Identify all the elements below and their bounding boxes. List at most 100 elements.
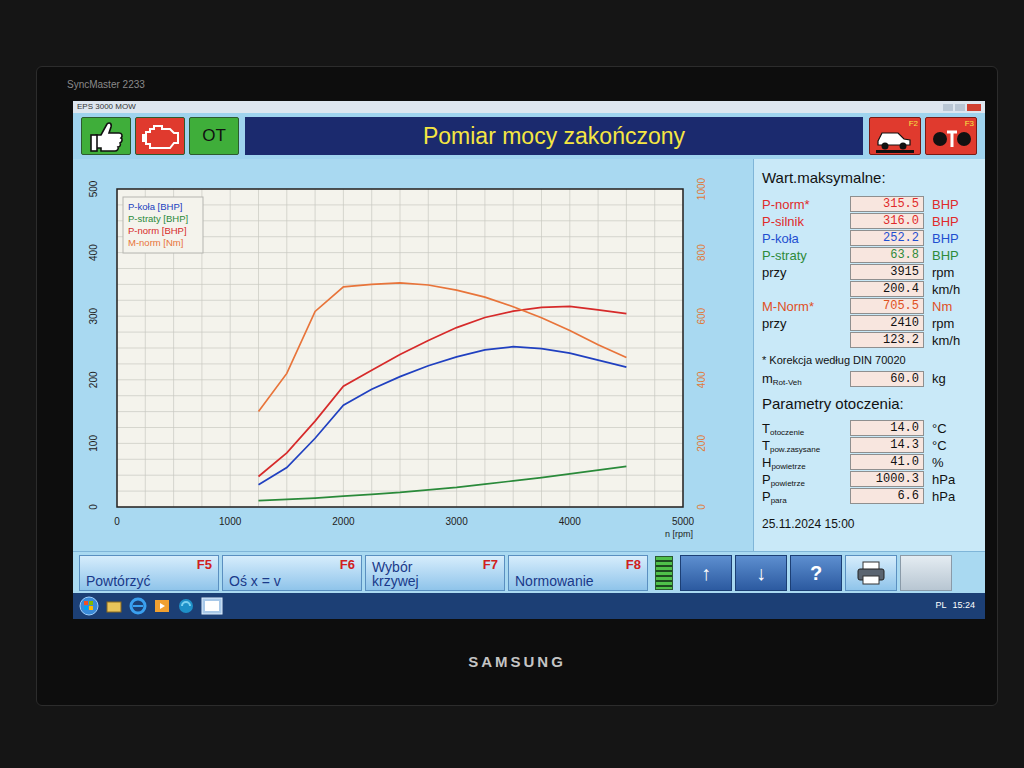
env-title: Parametry otoczenia: bbox=[762, 393, 979, 416]
monitor-bezel: SyncMaster 2233 EPS 3000 MOW OT Pomiar mo… bbox=[36, 66, 998, 706]
value-row: mRot-Veh 60.0 kg bbox=[762, 370, 979, 387]
chart-legend: P-koła [BHP]P-straty [BHP]P-norm [BHP]M-… bbox=[123, 197, 203, 253]
y-left-tick: 400 bbox=[88, 244, 99, 261]
value-row: Totoczenie14.0°C bbox=[762, 420, 979, 437]
results-panel: Wart.maksymalne:P-norm*315.5BHPP-silnik3… bbox=[753, 159, 985, 551]
maximize-button[interactable] bbox=[955, 104, 965, 111]
car-button[interactable]: F2 bbox=[869, 117, 921, 155]
value-box: 2410 bbox=[850, 315, 924, 331]
x-tick: 1000 bbox=[219, 516, 242, 527]
thumb-button[interactable] bbox=[81, 117, 131, 155]
clock[interactable]: 15:24 bbox=[952, 599, 975, 613]
row-label: Tpow.zasysane bbox=[762, 438, 842, 453]
row-unit: kg bbox=[932, 371, 979, 386]
status-text: Pomiar mocy zakończony bbox=[423, 119, 685, 154]
row-unit: °C bbox=[932, 438, 979, 453]
blank-button[interactable] bbox=[900, 555, 952, 591]
x-tick: 4000 bbox=[559, 516, 582, 527]
x-tick: 3000 bbox=[445, 516, 468, 527]
y-left-tick: 200 bbox=[88, 371, 99, 388]
monitor-brand: SAMSUNG bbox=[468, 651, 566, 674]
y-right-tick: 800 bbox=[696, 244, 707, 261]
nav-button[interactable]: ? bbox=[790, 555, 842, 591]
row-label: mRot-Veh bbox=[762, 371, 842, 386]
value-box: 60.0 bbox=[850, 371, 924, 387]
key-code: F5 bbox=[197, 558, 212, 572]
row-unit: BHP bbox=[932, 197, 979, 212]
value-box: 252.2 bbox=[850, 230, 924, 246]
row-label: Ppowietrze bbox=[762, 472, 842, 487]
x-tick: 2000 bbox=[332, 516, 355, 527]
value-box: 3915 bbox=[850, 264, 924, 280]
level-indicator bbox=[655, 556, 673, 590]
row-unit: BHP bbox=[932, 248, 979, 263]
nav-button[interactable]: ↑ bbox=[680, 555, 732, 591]
value-row: Tpow.zasysane 14.3 °C bbox=[762, 437, 979, 454]
y-left-tick: 500 bbox=[88, 180, 99, 197]
key-code: F6 bbox=[340, 558, 355, 572]
row-label: P-straty bbox=[762, 248, 842, 263]
nav-button[interactable]: ↓ bbox=[735, 555, 787, 591]
function-key[interactable]: Oś x = v F6 bbox=[222, 555, 362, 591]
window-titlebar: EPS 3000 MOW bbox=[73, 101, 985, 113]
row-unit: BHP bbox=[932, 231, 979, 246]
function-key[interactable]: Wybór krzywej F7 bbox=[365, 555, 505, 591]
value-box: 41.0 bbox=[850, 454, 924, 470]
legend-entry: P-koła [BHP] bbox=[128, 201, 182, 212]
row-label: Totoczenie bbox=[762, 421, 842, 436]
value-box: 14.3 bbox=[850, 437, 924, 453]
folder-icon bbox=[105, 597, 123, 615]
function-key[interactable]: NormowanieF8 bbox=[508, 555, 648, 591]
row-label: przy bbox=[762, 316, 842, 331]
row-unit: hPa bbox=[932, 472, 979, 487]
function-key[interactable]: PowtórzyćF5 bbox=[79, 555, 219, 591]
language-indicator[interactable]: PL bbox=[935, 599, 946, 613]
key-label: Oś x = v bbox=[229, 574, 281, 588]
value-row: Ppara6.6hPa bbox=[762, 488, 979, 505]
y-right-tick: 600 bbox=[696, 307, 707, 324]
y-right-tick: 1000 bbox=[696, 177, 707, 200]
y-right-tick: 400 bbox=[696, 371, 707, 388]
key-label: Normowanie bbox=[515, 574, 594, 588]
monitor-model: SyncMaster 2233 bbox=[67, 77, 145, 92]
x-tick: 0 bbox=[114, 516, 120, 527]
y-left-tick: 0 bbox=[88, 504, 99, 510]
value-box: 315.5 bbox=[850, 196, 924, 212]
y-right-tick: 0 bbox=[696, 504, 707, 510]
print-button[interactable] bbox=[845, 555, 897, 591]
button-label: OT bbox=[202, 123, 226, 149]
taskbar: PL 15:24 bbox=[73, 593, 985, 619]
row-unit: BHP bbox=[932, 214, 979, 229]
text-button[interactable]: OT bbox=[189, 117, 239, 155]
status-banner: Pomiar mocy zakończony bbox=[245, 117, 863, 155]
measurement-date: 25.11.2024 15:00 bbox=[762, 515, 979, 533]
correction-note: * Korekcja według DIN 70020 bbox=[762, 352, 979, 369]
engine-button[interactable] bbox=[135, 117, 185, 155]
value-row: Ppowietrze1000.3hPa bbox=[762, 471, 979, 488]
key-code: F7 bbox=[483, 558, 498, 572]
legend-entry: P-norm [BHP] bbox=[128, 225, 187, 236]
key-hint: F3 bbox=[965, 119, 974, 128]
close-button[interactable] bbox=[967, 104, 981, 111]
chart-canvas: 010002000300040005000n [rpm]010020030040… bbox=[75, 161, 751, 549]
value-row: P-straty 63.8 BHP bbox=[762, 247, 979, 264]
value-box: 63.8 bbox=[850, 247, 924, 263]
x-axis-label: n [rpm] bbox=[665, 529, 693, 539]
value-row: P-koła252.2BHP bbox=[762, 230, 979, 247]
engine-icon bbox=[140, 118, 180, 154]
rollers-button[interactable]: F3 bbox=[925, 117, 977, 155]
row-label: P-norm* bbox=[762, 197, 842, 212]
printer-icon bbox=[855, 559, 887, 587]
row-unit: °C bbox=[932, 421, 979, 436]
y-left-tick: 300 bbox=[88, 307, 99, 324]
row-unit: rpm bbox=[932, 316, 979, 331]
max-title: Wart.maksymalne: bbox=[762, 167, 979, 190]
x-tick: 5000 bbox=[672, 516, 695, 527]
minimize-button[interactable] bbox=[943, 104, 953, 111]
value-row: 200.4km/h bbox=[762, 281, 979, 298]
row-unit: hPa bbox=[932, 489, 979, 504]
key-label: Wybór krzywej bbox=[372, 560, 458, 588]
value-row: przy 2410 rpm bbox=[762, 315, 979, 332]
value-box: 316.0 bbox=[850, 213, 924, 229]
row-unit: km/h bbox=[932, 333, 979, 348]
